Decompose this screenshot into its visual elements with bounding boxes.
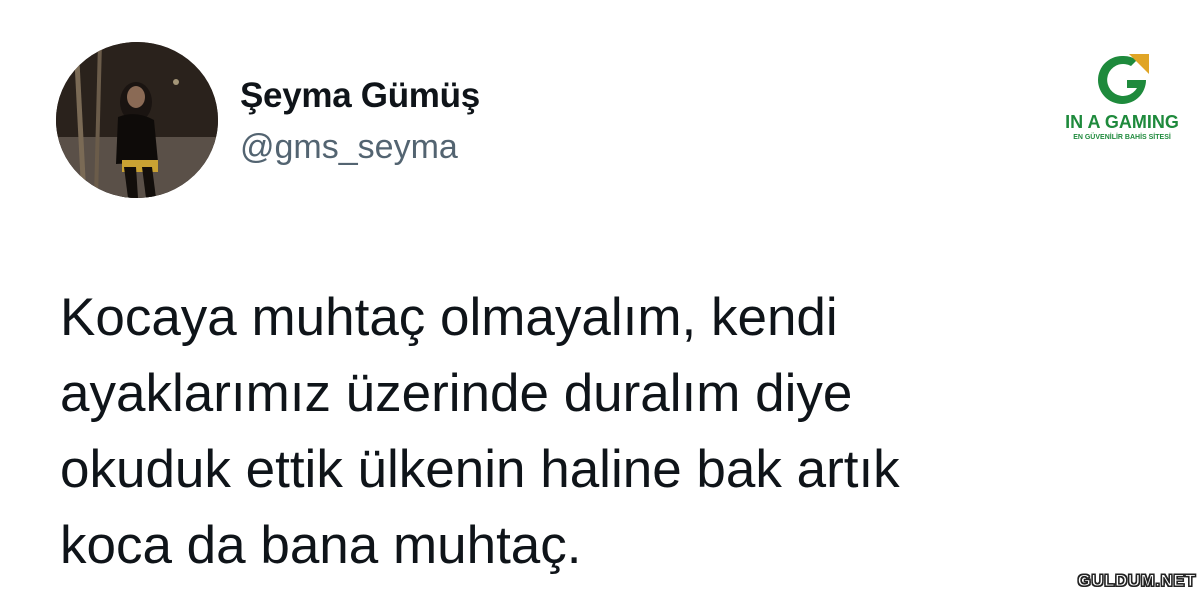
tweet-line: koca da bana muhtaç. [60, 516, 582, 575]
brand-logo: IN A GAMING EN GÜVENİLİR BAHİS SİTESİ [1052, 50, 1192, 160]
avatar[interactable] [56, 42, 218, 198]
tweet-line: okuduk ettik ülkenin haline bak artık [60, 440, 900, 499]
logo-title: IN A GAMING [1065, 112, 1179, 132]
avatar-photo [56, 42, 218, 198]
tweet-screenshot: Şeyma Gümüş @gms_seyma Kocaya muhtaç olm… [0, 0, 1200, 593]
tweet-text: Kocaya muhtaç olmayalım, kendi ayaklarım… [60, 280, 1120, 584]
logo-subtitle: EN GÜVENİLİR BAHİS SİTESİ [1073, 134, 1171, 141]
tweet-line: Kocaya muhtaç olmayalım, kendi [60, 288, 838, 347]
user-handle[interactable]: @gms_seyma [240, 128, 458, 167]
g-logo-icon [1098, 54, 1149, 104]
display-name[interactable]: Şeyma Gümüş [240, 76, 480, 116]
tweet-line: ayaklarımız üzerinde duralım diye [60, 364, 853, 423]
watermark: GULDUM.NET [1077, 571, 1196, 591]
